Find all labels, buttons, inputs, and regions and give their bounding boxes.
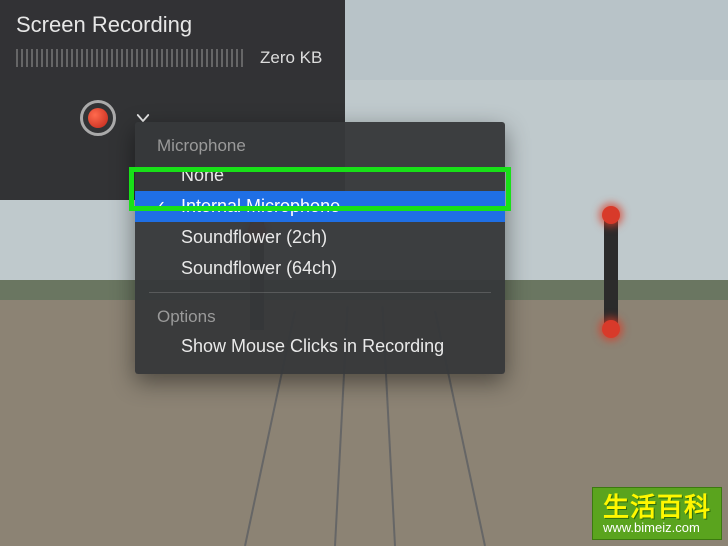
menu-item-label: None — [181, 165, 224, 186]
menu-item-label: Show Mouse Clicks in Recording — [181, 336, 444, 356]
audio-level-meter — [16, 49, 246, 67]
menu-item-mic-soundflower-2ch[interactable]: Soundflower (2ch) — [135, 222, 505, 253]
menu-item-mic-none[interactable]: None — [135, 160, 505, 191]
record-button[interactable] — [80, 100, 116, 136]
menu-divider — [149, 292, 491, 293]
menu-item-show-mouse-clicks[interactable]: Show Mouse Clicks in Recording — [135, 331, 505, 362]
record-icon — [88, 108, 108, 128]
menu-section-microphone: Microphone — [135, 130, 505, 160]
menu-item-label: Internal Microphone — [181, 196, 340, 217]
menu-section-options: Options — [135, 301, 505, 331]
app-canvas: Screen Recording Zero KB Microphone None… — [0, 0, 728, 546]
audio-meter-row: Zero KB — [0, 44, 345, 78]
panel-title: Screen Recording — [0, 0, 345, 44]
menu-item-label: Soundflower (64ch) — [181, 258, 337, 279]
menu-item-mic-soundflower-64ch[interactable]: Soundflower (64ch) — [135, 253, 505, 284]
watermark-url: www.bimeiz.com — [603, 521, 711, 535]
menu-item-label: Soundflower (2ch) — [181, 227, 327, 248]
record-options-menu: Microphone None ✓ Internal Microphone So… — [135, 122, 505, 374]
watermark: 生活百科 www.bimeiz.com — [592, 487, 722, 540]
watermark-brand: 生活百科 — [603, 494, 711, 521]
menu-item-mic-internal[interactable]: ✓ Internal Microphone — [135, 191, 505, 222]
recording-size-label: Zero KB — [260, 48, 322, 68]
checkmark-icon: ✓ — [153, 197, 166, 217]
